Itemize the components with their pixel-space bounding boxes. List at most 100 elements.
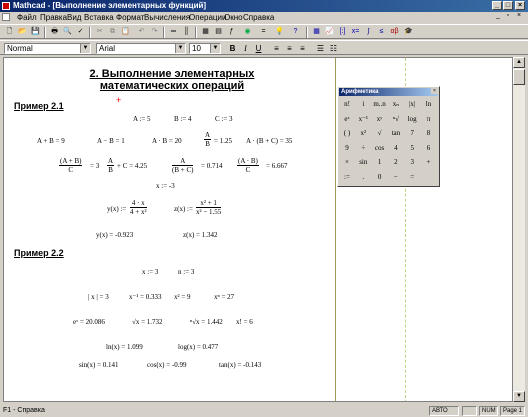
insert-graph-icon[interactable]: ▦ <box>200 27 211 37</box>
eq-z-def[interactable]: x² + 1 x² − 1.55 <box>196 199 222 216</box>
eq-frac-2[interactable]: AB <box>107 157 115 174</box>
palette-key[interactable]: × <box>340 156 354 169</box>
eq-a-div-b[interactable]: AB <box>204 131 212 148</box>
eq-sin[interactable]: sin(x) = 0.141 <box>79 361 119 369</box>
palette-title[interactable]: Арифметика <box>339 88 438 96</box>
eq-y-def[interactable]: 4 · x4 + x² <box>130 199 147 216</box>
palette-key[interactable]: tan <box>389 127 403 140</box>
eq-a-times-bc[interactable]: A · (B + C) = 35 <box>246 137 292 145</box>
new-icon[interactable]: 🗋 <box>4 27 15 37</box>
palette-key[interactable]: 5 <box>405 142 419 155</box>
eq-a-times-b[interactable]: A · B = 20 <box>152 137 182 145</box>
palette-key[interactable]: ln <box>422 98 436 111</box>
spell-check-icon[interactable]: ✓ <box>75 27 86 37</box>
eq-exp-x[interactable]: eˣ = 20.086 <box>73 318 105 326</box>
eq-b-def[interactable]: B := 4 <box>174 115 192 123</box>
matrix-palette-icon[interactable]: [:] <box>337 27 348 37</box>
palette-key[interactable]: 4 <box>389 142 403 155</box>
palette-key[interactable]: ÷ <box>356 142 370 155</box>
maximize-button[interactable]: □ <box>503 1 513 10</box>
eq-sqrt-x[interactable]: √x = 1.732 <box>132 318 163 326</box>
symbolic-palette-icon[interactable]: 🎓 <box>403 27 414 37</box>
palette-key[interactable]: ( ) <box>340 127 354 140</box>
palette-key[interactable]: x² <box>356 127 370 140</box>
palette-key[interactable]: √ <box>373 127 387 140</box>
doc-restore-button[interactable]: ▫ <box>504 12 512 21</box>
palette-key[interactable]: . <box>356 171 370 184</box>
save-icon[interactable]: 💾 <box>30 27 41 37</box>
paste-icon[interactable]: 📋 <box>120 27 131 37</box>
resources-icon[interactable]: 💡 <box>274 27 285 37</box>
eq-z-value[interactable]: z(x) = 1.342 <box>183 231 217 239</box>
palette-key[interactable]: 1 <box>373 156 387 169</box>
palette-key[interactable]: 6 <box>422 142 436 155</box>
palette-key[interactable]: xʸ <box>373 113 387 126</box>
align-left-icon[interactable]: ≡ <box>272 44 281 53</box>
underline-button[interactable]: U <box>254 44 263 53</box>
palette-key[interactable]: 8 <box>422 127 436 140</box>
italic-button[interactable]: I <box>241 44 250 53</box>
palette-key[interactable]: log <box>405 113 419 126</box>
eq-a-def[interactable]: A := 5 <box>133 115 151 123</box>
calculate-icon[interactable]: = <box>258 27 269 37</box>
eq-y-lhs[interactable]: y(x) := <box>107 205 126 213</box>
dropdown-arrow-icon[interactable]: ▼ <box>80 44 90 53</box>
palette-key[interactable]: cos <box>373 142 387 155</box>
eq-x-inverse[interactable]: x⁻¹ = 0.333 <box>129 293 162 301</box>
eq-factorial[interactable]: x! = 6 <box>236 318 253 326</box>
menu-file[interactable]: Файл <box>17 13 37 22</box>
palette-key[interactable]: − <box>389 171 403 184</box>
scroll-down-icon[interactable]: ▼ <box>513 391 525 402</box>
eq-tan[interactable]: tan(x) = -0.143 <box>219 361 261 369</box>
eq-log[interactable]: log(x) = 0.477 <box>178 343 218 351</box>
vertical-scrollbar[interactable]: ▲ ▼ <box>513 57 525 402</box>
eq-cos[interactable]: cos(x) = -0.99 <box>147 361 187 369</box>
style-select[interactable]: Normal ▼ <box>4 43 91 54</box>
align-right-icon[interactable]: ≡ <box>298 44 307 53</box>
bold-button[interactable]: B <box>228 44 237 53</box>
cut-icon[interactable]: ✂ <box>94 27 105 37</box>
eq-a-minus-b[interactable]: A − B = 1 <box>97 137 125 145</box>
palette-key[interactable]: 3 <box>405 156 419 169</box>
dropdown-arrow-icon[interactable]: ▼ <box>210 44 220 53</box>
align-down-icon[interactable]: ║ <box>181 27 192 37</box>
eq-abs-x[interactable]: | x | = 3 <box>88 293 109 301</box>
palette-key[interactable]: m..n <box>373 98 387 111</box>
copy-icon[interactable]: ⧉ <box>107 27 118 37</box>
print-icon[interactable]: 🖶 <box>49 27 60 37</box>
doc-minimize-button[interactable]: _ <box>494 12 502 21</box>
align-center-icon[interactable]: ≡ <box>285 44 294 53</box>
palette-key[interactable]: := <box>340 171 354 184</box>
scroll-thumb[interactable] <box>513 69 525 85</box>
palette-key[interactable]: i <box>356 98 370 111</box>
palette-key[interactable]: sin <box>356 156 370 169</box>
eq-frac-3[interactable]: A (B + C) <box>172 157 194 174</box>
dropdown-arrow-icon[interactable]: ▼ <box>175 44 185 53</box>
menu-operations[interactable]: Операции <box>189 13 226 22</box>
eq-z-lhs[interactable]: z(x) := <box>174 205 193 213</box>
arithmetic-palette[interactable]: Арифметика × n! i m..n xₙ |x| ln eˣ x⁻¹ xʸ ⁿ√ log π… <box>337 86 440 187</box>
menu-view[interactable]: Вид <box>67 13 81 22</box>
align-across-icon[interactable]: ═ <box>168 27 179 37</box>
document-icon[interactable] <box>2 13 10 21</box>
palette-key[interactable]: x⁻¹ <box>356 113 370 126</box>
graph-palette-icon[interactable]: 📈 <box>324 27 335 37</box>
menu-window[interactable]: Окно <box>224 13 243 22</box>
eq-frac-4[interactable]: (A · B) C <box>237 157 259 174</box>
help-icon[interactable]: ? <box>290 27 301 37</box>
palette-key[interactable]: n! <box>340 98 354 111</box>
palette-key[interactable]: eˣ <box>340 113 354 126</box>
minimize-button[interactable]: _ <box>492 1 502 10</box>
calculus-palette-icon[interactable]: ∫ <box>363 27 374 37</box>
palette-key[interactable]: 9 <box>340 142 354 155</box>
calculator-palette-icon[interactable]: ▦ <box>311 27 322 37</box>
palette-key[interactable]: = <box>405 171 419 184</box>
eq-a-plus-b[interactable]: A + B = 9 <box>37 137 65 145</box>
eq-n-def[interactable]: n := 3 <box>178 268 194 276</box>
insert-unit-icon[interactable]: ◉ <box>242 27 253 37</box>
scroll-up-icon[interactable]: ▲ <box>513 57 525 68</box>
palette-key[interactable]: ⁿ√ <box>389 113 403 126</box>
numbering-icon[interactable]: ☷ <box>329 44 338 53</box>
undo-icon[interactable]: ↶ <box>136 27 147 37</box>
eq-nth-root-x[interactable]: ⁿ√x = 1.442 <box>190 318 223 326</box>
